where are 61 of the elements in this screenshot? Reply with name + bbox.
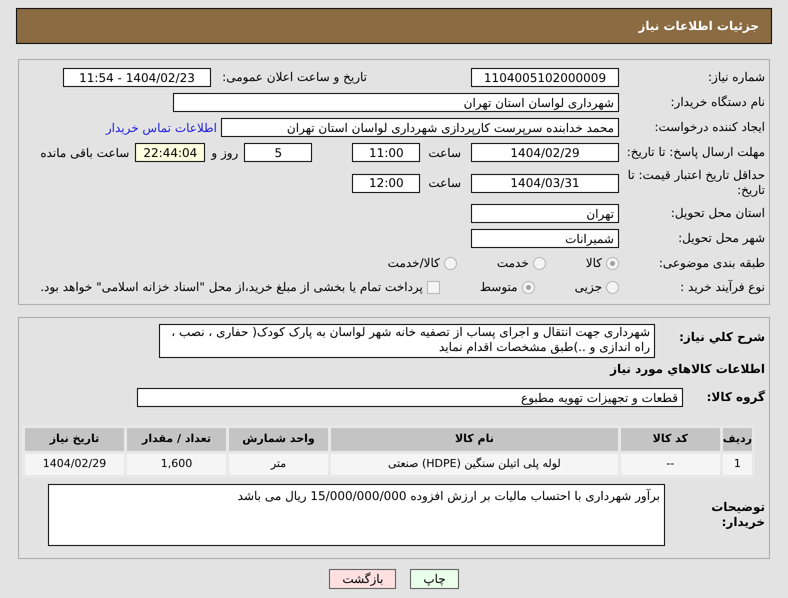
table-cell: 1404/02/29 <box>24 452 126 476</box>
radio-button[interactable] <box>606 256 619 270</box>
time-label: ساعت <box>428 144 461 162</box>
text-field[interactable]: محمد خدابنده سرپرست کارپردازی شهرداری لواسان استان تهران <box>221 118 619 137</box>
text-field[interactable]: شمیرانات <box>471 229 619 248</box>
radio-label: کالا/خدمت <box>388 255 440 272</box>
table-cell: -- <box>619 452 722 476</box>
radio-label: متوسط <box>480 279 518 296</box>
field-label: شهر محل تحویل: <box>677 231 765 246</box>
field-label: توضیحات خریدار: <box>710 500 765 530</box>
column-header: تعداد / مقدار <box>126 426 228 452</box>
text-field[interactable]: قطعات و تجهیزات تهویه مطبوع <box>137 388 683 407</box>
radio-button[interactable] <box>532 256 546 270</box>
notes-field[interactable]: برآور شهرداری با احتساب مالیات بر ارزش افزوده 15/000/000/000 ریال می باشد <box>48 484 665 546</box>
field-label: نوع فرآیند خرید : <box>679 280 765 294</box>
table-cell: لوله پلی اتیلن سنگین (HDPE) صنعتی <box>330 452 620 476</box>
field-label: ایجاد کننده درخواست: <box>653 120 765 135</box>
time-label: ساعت <box>428 175 461 192</box>
column-header: تاریخ نیاز <box>24 426 126 452</box>
back-button[interactable]: بازگشت <box>329 569 396 589</box>
text-field[interactable]: تهران <box>471 204 619 223</box>
page-title: جزئیات اطلاعات نیاز <box>638 18 759 35</box>
radio-label: جزیی <box>574 279 602 296</box>
text-field[interactable]: 11:00 <box>352 143 420 162</box>
description-field[interactable]: شهرداری جهت انتقال و اجرای پساب از تصفیه خانه شهر لواسان به پارک کودک( حفاری ، نصب ، راه اندازی و ..)طبق مشخصات اقدام نماید <box>159 324 655 358</box>
radio-button[interactable] <box>606 280 619 294</box>
section-title: اطلاعات کالاهاي مورد نیاز <box>608 361 765 378</box>
field-label: تاریخ و ساعت اعلان عمومی: <box>221 70 367 85</box>
text-field[interactable]: 1404/02/29 <box>471 143 619 162</box>
field-label: مهلت ارسال پاسخ: تا تاریخ: <box>626 145 765 160</box>
radio-button[interactable] <box>444 256 457 270</box>
table-cell: متر <box>228 452 330 476</box>
table-cell: 1 <box>721 452 754 476</box>
countdown-field[interactable]: 22:44:04 <box>135 143 206 162</box>
field-label: شرح کلي نیاز: <box>678 329 765 345</box>
radio-button[interactable] <box>522 280 535 294</box>
field-label: طبقه بندی موضوعی: <box>658 256 765 270</box>
text-field[interactable]: 1104005102000009 <box>471 68 619 87</box>
column-header: کد کالا <box>619 426 722 452</box>
checkbox-label: پرداخت تمام یا بخشی از مبلغ خرید،از محل "اسناد خزانه اسلامی" خواهد بود. <box>40 279 423 296</box>
print-button[interactable]: چاپ <box>410 569 459 589</box>
text-field[interactable]: 5 <box>244 143 312 162</box>
remaining-label: ساعت باقی مانده <box>40 144 130 162</box>
column-header: نام کالا <box>330 426 620 452</box>
checkbox[interactable] <box>426 280 440 294</box>
days-label: روز و <box>211 144 238 162</box>
field-label: استان محل تحویل: <box>670 206 765 221</box>
table-cell: 1,600 <box>126 452 228 476</box>
contact-link[interactable]: اطلاعات تماس خریدار <box>106 118 217 136</box>
text-field[interactable]: 12:00 <box>352 174 420 192</box>
field-label: حداقل تاریخ اعتبار قیمت: تا تاریخ: <box>626 168 765 198</box>
field-label: شماره نیاز: <box>707 70 765 85</box>
text-field[interactable]: 1404/03/31 <box>471 174 619 192</box>
text-field[interactable]: شهرداری لواسان استان تهران <box>173 93 619 112</box>
field-label: نام دستگاه خریدار: <box>670 95 765 110</box>
radio-label: کالا <box>586 255 602 272</box>
text-field[interactable]: 1404/02/23 - 11:54 <box>63 68 211 87</box>
field-label: گروه کالا: <box>706 390 765 405</box>
column-header: ردیف <box>721 426 754 452</box>
radio-label: خدمت <box>496 255 529 272</box>
column-header: واحد شمارش <box>228 426 330 452</box>
